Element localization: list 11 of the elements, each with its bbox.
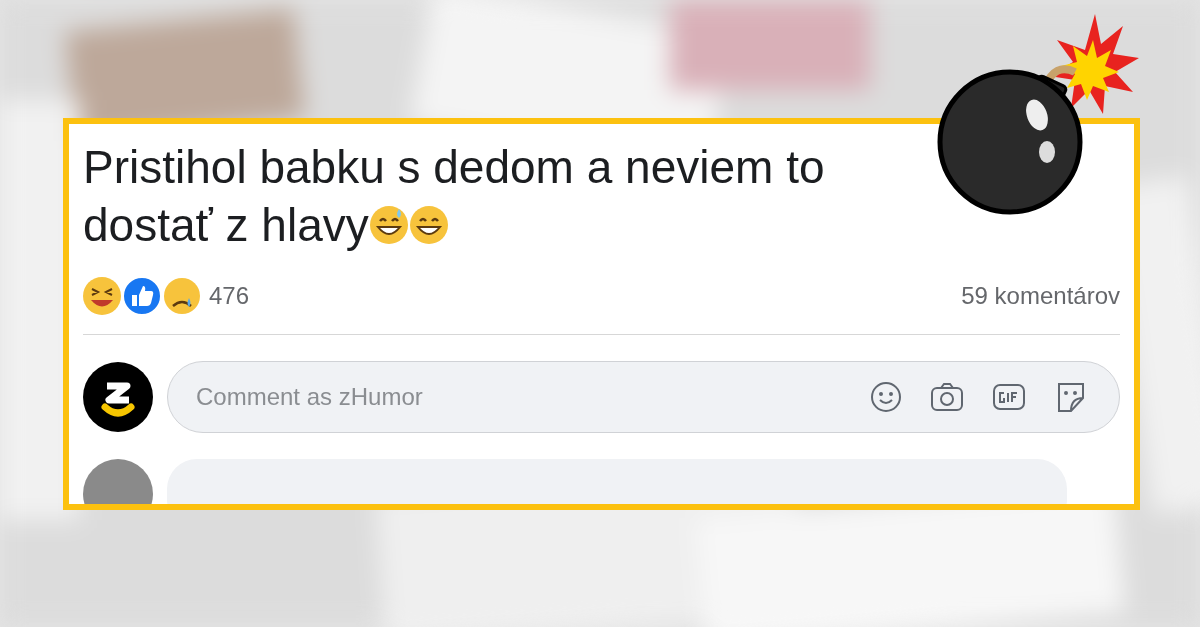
- comment-input[interactable]: Comment as zHumor: [196, 379, 869, 415]
- camera-icon[interactable]: [929, 380, 965, 414]
- reaction-icons[interactable]: [83, 276, 201, 316]
- page-avatar-logo: [83, 362, 153, 432]
- comment-count[interactable]: 59 komentárov: [961, 278, 1120, 314]
- reaction-count: 476: [209, 281, 250, 311]
- comment-field[interactable]: Comment as zHumor: [167, 361, 1120, 433]
- smiley-icon[interactable]: [869, 380, 903, 414]
- post-text: Pristihol babku s dedom a neviem to dostať z hlavy: [83, 140, 826, 253]
- grin-emoji-icon: [408, 205, 449, 245]
- sweat-smile-emoji-icon: [368, 205, 409, 245]
